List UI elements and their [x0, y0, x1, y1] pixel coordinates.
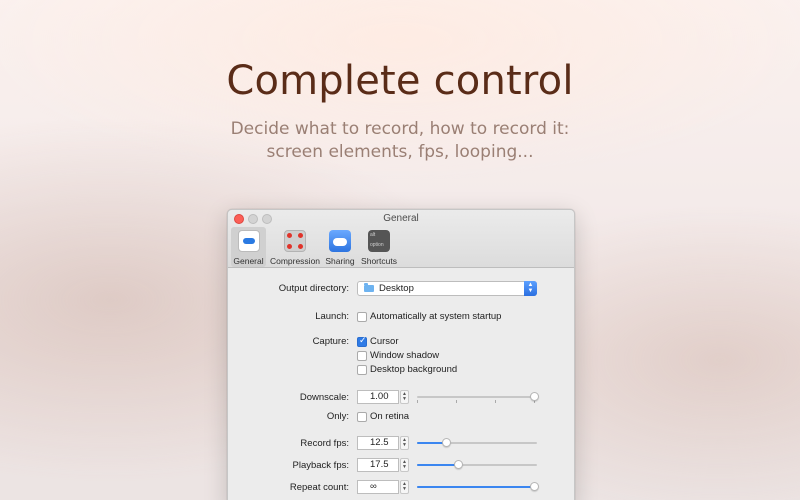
playback-fps-slider-fill [417, 464, 459, 466]
playback-fps-stepper[interactable]: ▲ ▼ [400, 458, 409, 472]
preferences-window: General General Compression Sharing alt … [227, 209, 575, 500]
repeat-count-slider[interactable] [417, 482, 539, 491]
hero-subtitle-line-2: screen elements, fps, looping... [266, 142, 534, 162]
repeat-count-field[interactable]: ∞ [357, 480, 399, 494]
downscale-stepper[interactable]: ▲ ▼ [400, 390, 409, 404]
capture-label: Capture: [312, 336, 349, 347]
window-titlebar: General General Compression Sharing alt … [228, 210, 574, 268]
downscale-slider[interactable] [417, 392, 539, 403]
tab-general-label: General [233, 256, 264, 266]
repeat-count-slider-fill [417, 486, 535, 488]
toggle-icon [237, 230, 260, 252]
tab-sharing[interactable]: Sharing [324, 227, 356, 267]
capture-cursor-checkbox[interactable] [357, 336, 367, 347]
only-label: Only: [326, 411, 349, 422]
capture-desktop-background-checkbox[interactable] [357, 365, 367, 375]
capture-desktop-background-label: Desktop background [370, 364, 458, 375]
tab-compression[interactable]: Compression [268, 227, 322, 267]
keyboard-icon-option-text: option [370, 242, 384, 248]
on-retina-checkbox[interactable] [357, 412, 367, 422]
folder-icon [364, 283, 374, 292]
window-title: General [383, 213, 419, 224]
keyboard-icon-alt-text: alt [370, 232, 376, 238]
tab-sharing-label: Sharing [325, 256, 355, 266]
playback-fps-slider-thumb[interactable] [454, 460, 463, 469]
downscale-label: Downscale: [299, 392, 349, 403]
cloud-icon [329, 230, 351, 252]
capture-window-shadow-checkbox[interactable] [357, 351, 367, 361]
tab-shortcuts-label: Shortcuts [361, 256, 397, 266]
compression-icon [284, 230, 306, 252]
output-directory-value: Desktop [379, 283, 414, 294]
launch-label: Launch: [315, 311, 349, 322]
capture-cursor-label: Cursor [370, 336, 399, 347]
hero-subtitle-line-1: Decide what to record, how to record it: [230, 119, 570, 139]
playback-fps-slider[interactable] [417, 460, 537, 469]
output-directory-label: Output directory: [278, 283, 349, 294]
record-fps-slider-thumb[interactable] [442, 438, 451, 447]
record-fps-field[interactable]: 12.5 [357, 436, 399, 450]
tab-shortcuts[interactable]: alt option Shortcuts [359, 227, 399, 267]
repeat-count-slider-thumb[interactable] [530, 482, 539, 491]
on-retina-label: On retina [370, 411, 410, 422]
chevron-up-down-icon: ▲ ▼ [524, 281, 537, 296]
repeat-count-stepper[interactable]: ▲ ▼ [400, 480, 409, 494]
playback-fps-label: Playback fps: [292, 460, 350, 471]
record-fps-stepper[interactable]: ▲ ▼ [400, 436, 409, 450]
hero-title: Complete control [226, 58, 574, 104]
output-directory-select[interactable]: Desktop ▲ ▼ [357, 281, 537, 296]
repeat-count-label: Repeat count: [289, 482, 349, 493]
tab-general[interactable]: General [231, 227, 266, 267]
launch-at-startup-checkbox[interactable] [357, 312, 367, 322]
keyboard-icon: alt option [368, 230, 390, 252]
settings-panel: Output directory: Desktop ▲ ▼ Launch: Aut… [228, 269, 574, 500]
tab-compression-label: Compression [269, 256, 321, 266]
playback-fps-field[interactable]: 17.5 [357, 458, 399, 472]
hero-subtitle: Decide what to record, how to record it:… [0, 118, 800, 164]
launch-at-startup-label: Automatically at system startup [370, 311, 502, 322]
record-fps-label: Record fps: [300, 438, 349, 449]
capture-window-shadow-label: Window shadow [370, 350, 440, 361]
record-fps-slider[interactable] [417, 438, 537, 447]
downscale-field[interactable]: 1.00 [357, 390, 399, 404]
downscale-slider-thumb[interactable] [530, 392, 539, 401]
